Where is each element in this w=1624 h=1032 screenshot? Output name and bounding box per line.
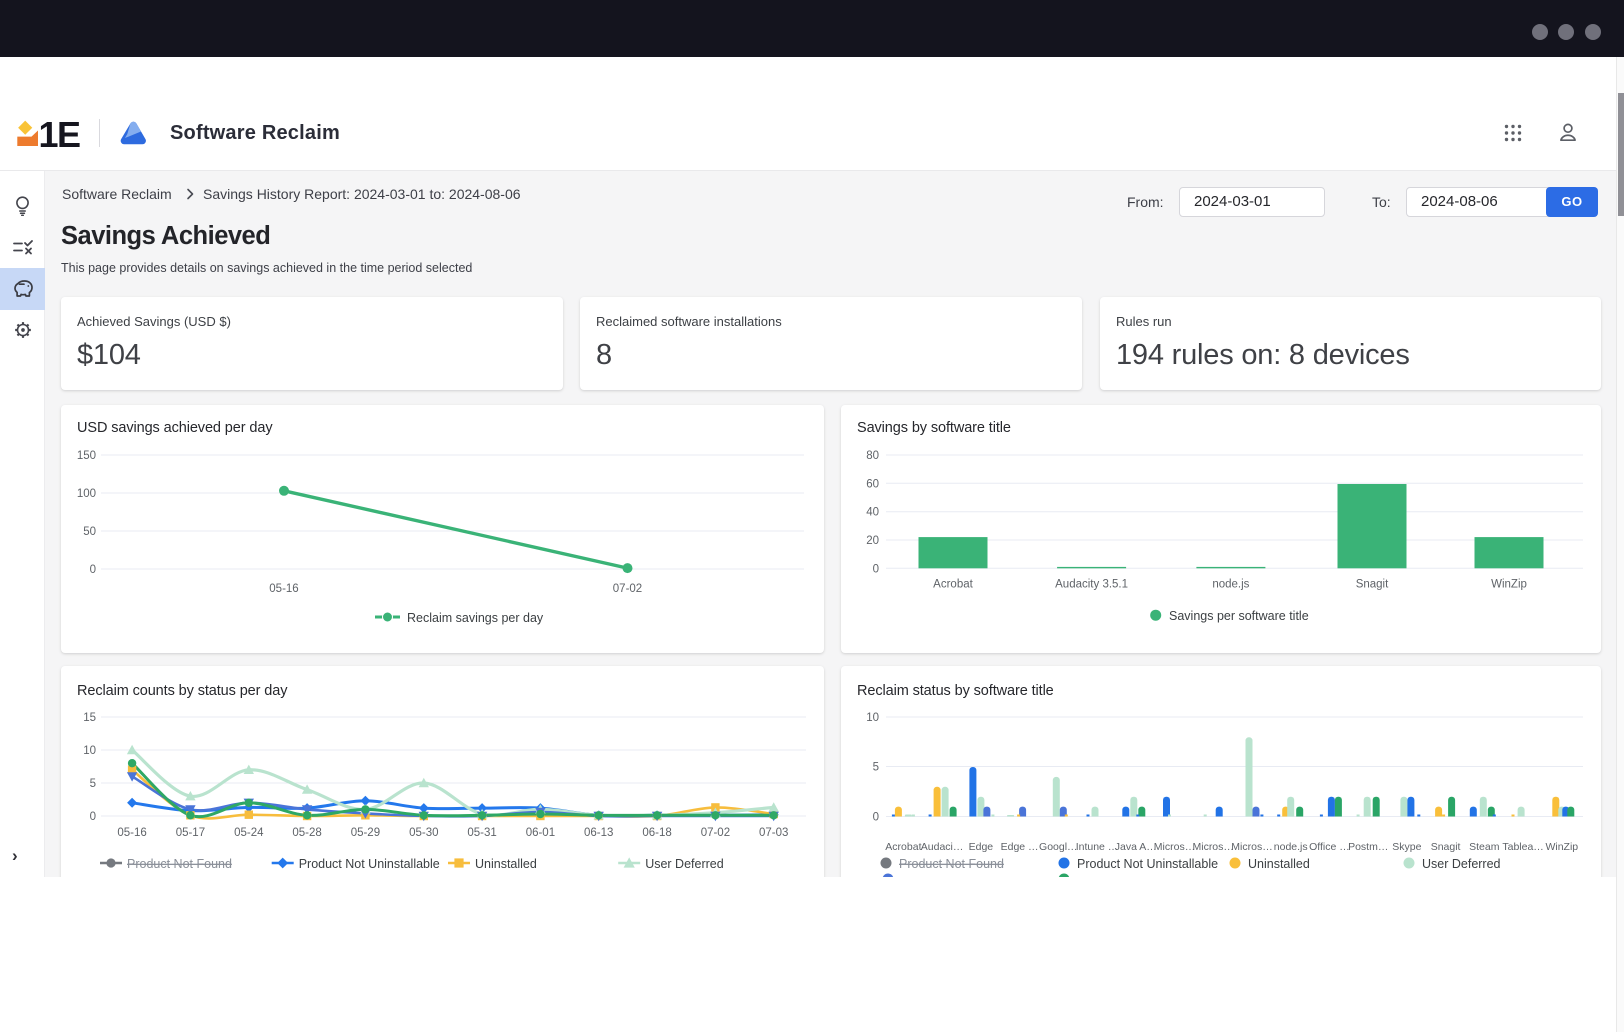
svg-text:Product Not Uninstallable: Product Not Uninstallable (1077, 857, 1218, 871)
svg-text:node.js: node.js (1274, 841, 1308, 853)
svg-text:05-28: 05-28 (292, 827, 321, 839)
svg-text:Uninstalled: Uninstalled (1248, 857, 1310, 871)
svg-text:Skype: Skype (1392, 841, 1421, 853)
svg-text:07-03: 07-03 (759, 827, 788, 839)
svg-text:0: 0 (90, 564, 96, 576)
svg-text:60: 60 (866, 478, 879, 490)
svg-text:Snagit: Snagit (1356, 579, 1389, 591)
svg-text:5: 5 (873, 762, 879, 774)
svg-text:150: 150 (77, 450, 96, 462)
svg-text:50: 50 (83, 526, 96, 538)
svg-text:40: 40 (866, 507, 879, 519)
svg-text:0: 0 (873, 812, 879, 824)
svg-text:Snagit: Snagit (1431, 841, 1461, 853)
svg-text:WinZip: WinZip (1491, 579, 1527, 591)
svg-text:Reclaim savings per day: Reclaim savings per day (407, 611, 544, 625)
svg-text:80: 80 (866, 450, 879, 462)
svg-text:1E: 1E (39, 114, 81, 150)
svg-text:06-01: 06-01 (526, 827, 555, 839)
svg-text:Micros…: Micros… (1231, 841, 1272, 853)
svg-text:20: 20 (866, 535, 879, 547)
svg-text:Product Not Found: Product Not Found (899, 857, 1004, 871)
svg-text:05-24: 05-24 (234, 827, 264, 839)
svg-text:10: 10 (83, 745, 96, 757)
svg-text:Java A…: Java A… (1115, 841, 1157, 853)
svg-text:Micros…: Micros… (1192, 841, 1233, 853)
svg-text:Postm…: Postm… (1348, 841, 1388, 853)
svg-text:Audacity 3.5.1: Audacity 3.5.1 (1055, 579, 1128, 591)
svg-text:05-16: 05-16 (117, 827, 146, 839)
svg-text:User Deferred: User Deferred (645, 857, 724, 871)
svg-text:Steam: Steam (1469, 841, 1500, 853)
svg-text:100: 100 (77, 488, 96, 500)
svg-text:06-13: 06-13 (584, 827, 613, 839)
svg-text:User Deferred: User Deferred (1422, 857, 1501, 871)
svg-text:Acrobat: Acrobat (933, 579, 973, 591)
svg-text:07-02: 07-02 (701, 827, 730, 839)
svg-text:05-17: 05-17 (176, 827, 205, 839)
svg-text:06-18: 06-18 (642, 827, 671, 839)
svg-text:Micros…: Micros… (1154, 841, 1195, 853)
svg-text:Googl…: Googl… (1039, 841, 1078, 853)
svg-text:Intune …: Intune … (1076, 841, 1119, 853)
svg-text:10: 10 (866, 712, 879, 724)
svg-text:Tablea…: Tablea… (1502, 841, 1543, 853)
svg-text:WinZip: WinZip (1545, 841, 1578, 853)
svg-text:5: 5 (90, 778, 96, 790)
svg-text:05-31: 05-31 (467, 827, 496, 839)
svg-text:Savings per software title: Savings per software title (1169, 609, 1309, 623)
svg-text:Edge: Edge (969, 841, 994, 853)
svg-text:07-02: 07-02 (613, 583, 642, 595)
svg-text:0: 0 (873, 563, 879, 575)
svg-text:05-29: 05-29 (351, 827, 380, 839)
svg-text:Edge …: Edge … (1001, 841, 1039, 853)
svg-text:Office …: Office … (1309, 841, 1350, 853)
svg-text:Uninstalled: Uninstalled (475, 857, 537, 871)
svg-text:Acrobat: Acrobat (885, 841, 921, 853)
svg-text:node.js: node.js (1212, 579, 1249, 591)
svg-text:Audaci…: Audaci… (921, 841, 964, 853)
svg-text:Product Not Found: Product Not Found (127, 857, 232, 871)
svg-text:05-30: 05-30 (409, 827, 438, 839)
svg-text:05-16: 05-16 (269, 583, 298, 595)
svg-text:0: 0 (90, 811, 96, 823)
svg-text:Product Not Uninstallable: Product Not Uninstallable (299, 857, 440, 871)
svg-text:15: 15 (83, 712, 96, 724)
